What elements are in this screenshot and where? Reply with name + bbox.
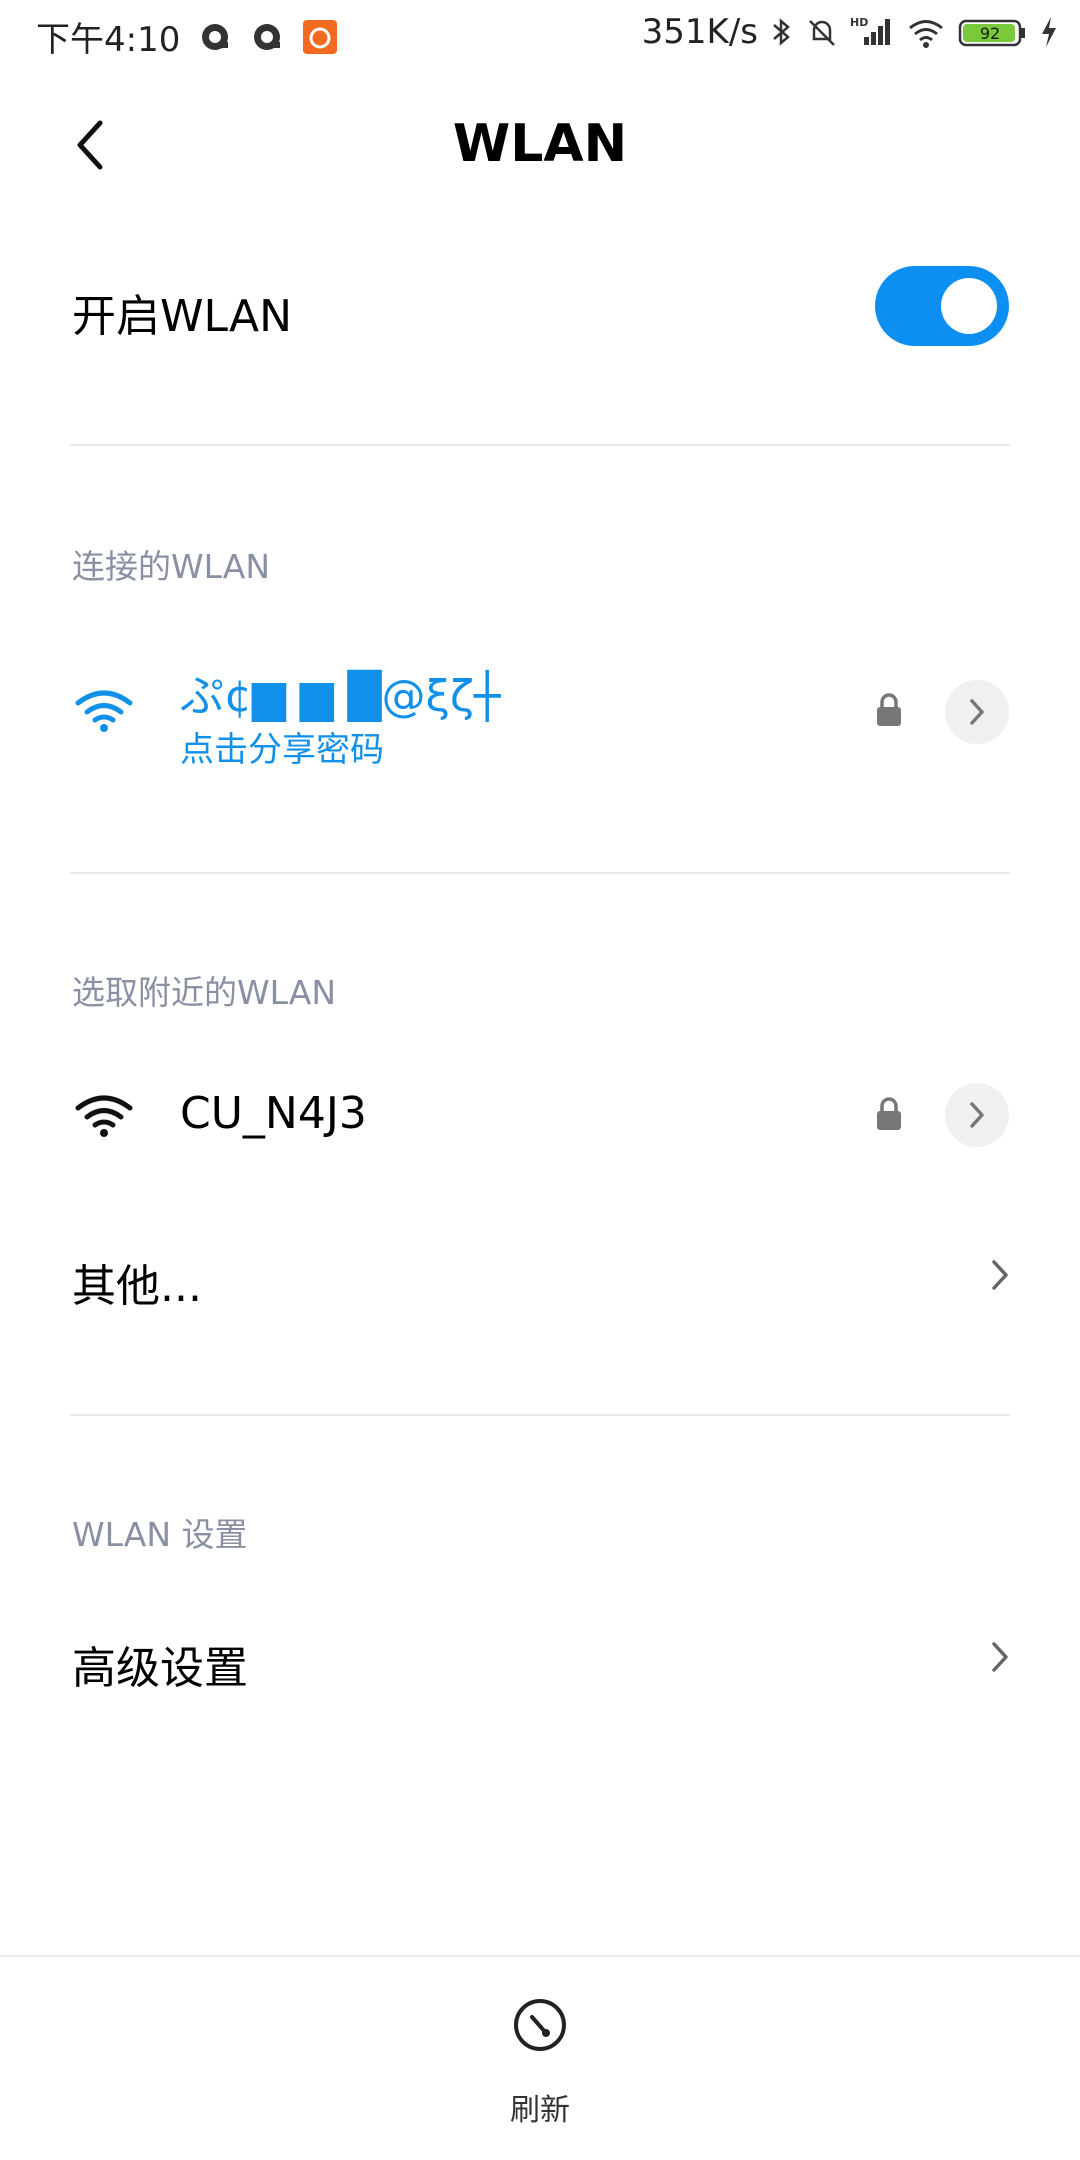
divider bbox=[70, 444, 1010, 446]
nearby-section-label: 选取附近的WLAN bbox=[72, 973, 337, 1012]
qq-icon bbox=[198, 20, 232, 54]
network-speed: 351K/s bbox=[641, 12, 758, 52]
hd-label: HD bbox=[850, 16, 868, 29]
network-details-button[interactable] bbox=[945, 1083, 1009, 1147]
signal-hd-icon: HD bbox=[850, 15, 894, 49]
wifi-icon bbox=[75, 690, 133, 732]
status-bar: 下午4:10 351K/s HD 92 bbox=[0, 0, 1080, 66]
battery-icon: 92 bbox=[958, 15, 1028, 49]
connected-section-label: 连接的WLAN bbox=[72, 547, 271, 586]
toggle-knob bbox=[941, 278, 997, 334]
chevron-right-icon bbox=[970, 1102, 984, 1128]
battery-level: 92 bbox=[980, 24, 1000, 43]
lock-icon bbox=[877, 1097, 901, 1130]
divider bbox=[70, 872, 1010, 874]
wifi-status-icon bbox=[906, 15, 946, 49]
divider bbox=[70, 1414, 1010, 1416]
settings-section-label: WLAN 设置 bbox=[72, 1515, 248, 1554]
status-left: 下午4:10 bbox=[36, 12, 338, 61]
chevron-right-icon bbox=[985, 1255, 1015, 1295]
advanced-settings-label: 高级设置 bbox=[72, 1643, 248, 1694]
other-networks-label: 其他... bbox=[72, 1261, 202, 1312]
chevron-right-icon bbox=[970, 699, 984, 725]
mute-bell-icon bbox=[806, 15, 838, 49]
bottom-divider bbox=[0, 1955, 1080, 1957]
network-details-button[interactable] bbox=[945, 680, 1009, 744]
bluetooth-icon bbox=[770, 15, 794, 49]
qq-icon-2 bbox=[250, 20, 284, 54]
connected-network-name: ぷ¢▆ ▆ █@ξζ┼ bbox=[180, 671, 501, 722]
mi-app-icon bbox=[302, 19, 338, 55]
wlan-toggle[interactable] bbox=[875, 266, 1009, 346]
wifi-icon bbox=[75, 1095, 133, 1137]
refresh-label[interactable]: 刷新 bbox=[0, 2085, 1080, 2129]
status-right: 351K/s HD 92 bbox=[642, 12, 1058, 52]
page-title: WLAN bbox=[452, 114, 628, 174]
wlan-toggle-label: 开启WLAN bbox=[72, 291, 293, 342]
header: WLAN bbox=[0, 90, 1080, 200]
lock-icon bbox=[877, 693, 901, 726]
nearby-network-name: CU_N4J3 bbox=[180, 1088, 367, 1139]
chevron-right-icon bbox=[985, 1637, 1015, 1677]
charging-icon bbox=[1040, 15, 1058, 49]
refresh-icon bbox=[514, 1999, 566, 2051]
share-password-link[interactable]: 点击分享密码 bbox=[180, 722, 384, 771]
status-time: 下午4:10 bbox=[36, 20, 181, 60]
